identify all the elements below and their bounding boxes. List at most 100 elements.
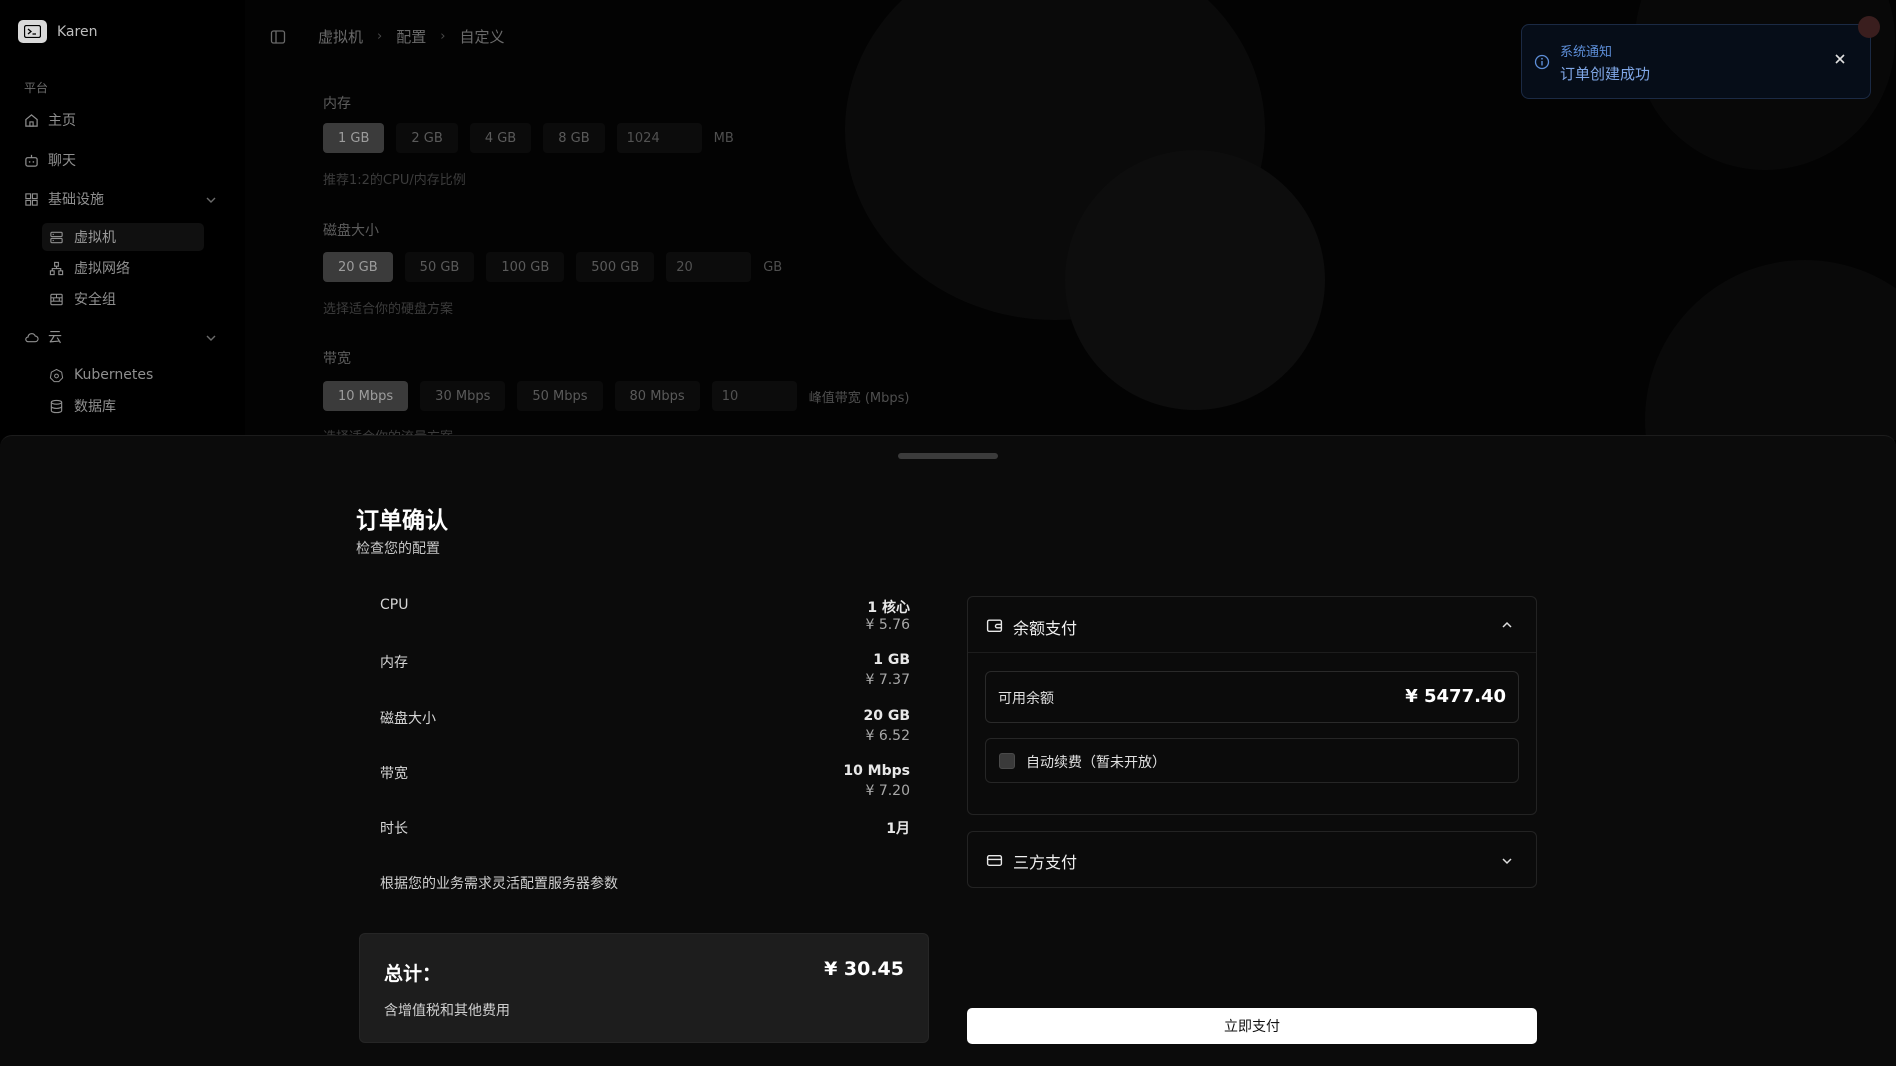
disk-custom-input[interactable]: 20 bbox=[666, 252, 752, 282]
bandwidth-option-30[interactable]: 30 Mbps bbox=[420, 381, 506, 411]
info-icon bbox=[1534, 54, 1550, 70]
order-item-label: 带宽 bbox=[380, 766, 408, 782]
auto-renew-label: 自动续费（暂未开放） bbox=[1026, 755, 1166, 771]
total-label: 总计： bbox=[384, 963, 442, 985]
balance-payment-label: 余额支付 bbox=[1013, 619, 1078, 638]
disk-option-100gb[interactable]: 100 GB bbox=[486, 252, 565, 282]
order-item-bandwidth: 带宽 10 Mbps ¥ 7.20 bbox=[380, 763, 910, 807]
database-icon bbox=[50, 399, 63, 413]
drawer-subtitle: 检查您的配置 bbox=[356, 541, 440, 557]
sidebar-toggle-icon[interactable] bbox=[270, 29, 286, 45]
memory-option-4gb[interactable]: 4 GB bbox=[469, 123, 532, 153]
chat-bot-icon bbox=[25, 154, 38, 167]
server-icon bbox=[50, 231, 63, 243]
order-item-price: ¥ 7.37 bbox=[865, 672, 910, 688]
grid-icon bbox=[25, 192, 38, 206]
section-label-platform: 平台 bbox=[24, 81, 49, 95]
order-item-label: CPU bbox=[380, 597, 409, 613]
disk-option-20gb[interactable]: 20 GB bbox=[323, 252, 393, 282]
disk-hint: 选择适合你的硬盘方案 bbox=[323, 302, 454, 317]
order-item-cpu: CPU 1 核心 ¥ 5.76 bbox=[380, 597, 910, 641]
chevron-down-icon[interactable] bbox=[1500, 854, 1514, 868]
sidebar-item-kubernetes[interactable]: Kubernetes bbox=[42, 361, 204, 389]
sidebar-item-vm[interactable]: 虚拟机 bbox=[42, 223, 204, 251]
sidebar-group-cloud[interactable]: 云 bbox=[24, 324, 224, 350]
breadcrumb-item-vm[interactable]: 虚拟机 bbox=[318, 26, 363, 47]
memory-option-2gb[interactable]: 2 GB bbox=[396, 123, 458, 153]
disk-label: 磁盘大小 bbox=[323, 223, 379, 239]
sidebar: Karen 平台 主页 聊天 基础设施 虚拟机 虚拟网络 安全组 云 Kuber… bbox=[0, 0, 245, 440]
bandwidth-option-50[interactable]: 50 Mbps bbox=[517, 381, 603, 411]
bandwidth-custom-input[interactable]: 10 bbox=[711, 381, 797, 411]
chevron-up-icon[interactable] bbox=[1500, 618, 1514, 632]
breadcrumb-item-config[interactable]: 配置 bbox=[396, 26, 426, 47]
wallet-icon bbox=[986, 619, 1003, 633]
order-item-price: ¥ 7.20 bbox=[865, 783, 910, 799]
disk-option-50gb[interactable]: 50 GB bbox=[404, 252, 475, 282]
total-value: ¥ 30.45 bbox=[824, 958, 904, 980]
notification-toast: 系统通知 订单创建成功 bbox=[1521, 24, 1871, 99]
disk-options: 20 GB 50 GB 100 GB 500 GB 20 GB bbox=[323, 252, 782, 282]
brand[interactable]: Karen bbox=[18, 20, 97, 43]
available-balance-label: 可用余额 bbox=[998, 691, 1054, 707]
order-item-memory: 内存 1 GB ¥ 7.37 bbox=[380, 652, 910, 696]
total-card: 总计： ¥ 30.45 含增值税和其他费用 bbox=[359, 933, 929, 1043]
order-item-price: ¥ 5.76 bbox=[865, 617, 910, 633]
home-icon bbox=[25, 113, 38, 127]
third-party-payment-panel[interactable]: 三方支付 bbox=[967, 831, 1537, 888]
balance-payment-header[interactable]: 余额支付 bbox=[968, 597, 1536, 653]
sidebar-item-label: Kubernetes bbox=[74, 367, 154, 383]
available-balance-row: 可用余额 ¥ 5477.40 bbox=[985, 671, 1519, 723]
bandwidth-unit: 峰值带宽 (Mbps) bbox=[808, 390, 910, 406]
sidebar-group-label: 基础设施 bbox=[48, 192, 104, 208]
close-icon[interactable] bbox=[1832, 51, 1848, 67]
memory-option-8gb[interactable]: 8 GB bbox=[543, 123, 605, 153]
drawer-title: 订单确认 bbox=[356, 508, 448, 534]
bandwidth-options: 10 Mbps 30 Mbps 50 Mbps 80 Mbps 10 峰值带宽 … bbox=[323, 381, 909, 411]
order-description: 根据您的业务需求灵活配置服务器参数 bbox=[380, 876, 618, 892]
sidebar-item-home[interactable]: 主页 bbox=[24, 107, 76, 133]
chevron-down-icon[interactable] bbox=[205, 332, 217, 344]
firewall-icon bbox=[50, 293, 63, 305]
total-note: 含增值税和其他费用 bbox=[384, 1003, 510, 1019]
memory-unit: MB bbox=[713, 130, 734, 146]
order-item-disk: 磁盘大小 20 GB ¥ 6.52 bbox=[380, 708, 910, 752]
avatar[interactable] bbox=[1858, 16, 1880, 38]
notification-title: 系统通知 bbox=[1560, 45, 1613, 60]
memory-option-1gb[interactable]: 1 GB bbox=[323, 123, 385, 153]
pay-now-button[interactable]: 立即支付 bbox=[967, 1008, 1537, 1044]
sidebar-item-vnet[interactable]: 虚拟网络 bbox=[42, 254, 204, 282]
order-item-value: 10 Mbps bbox=[843, 763, 910, 779]
sidebar-item-label: 数据库 bbox=[74, 399, 116, 415]
breadcrumb-item-custom: 自定义 bbox=[459, 28, 505, 46]
notification-message: 订单创建成功 bbox=[1560, 65, 1651, 83]
order-item-label: 时长 bbox=[380, 821, 408, 837]
auto-renew-checkbox[interactable] bbox=[999, 753, 1015, 769]
order-item-value: 1月 bbox=[886, 821, 910, 837]
order-item-value: 20 GB bbox=[863, 708, 910, 724]
sidebar-group-label: 云 bbox=[48, 330, 62, 346]
sidebar-item-database[interactable]: 数据库 bbox=[42, 392, 204, 420]
memory-custom-input[interactable]: 1024 bbox=[616, 123, 702, 153]
disk-option-500gb[interactable]: 500 GB bbox=[576, 252, 655, 282]
auto-renew-row[interactable]: 自动续费（暂未开放） bbox=[985, 738, 1519, 783]
sidebar-item-chat[interactable]: 聊天 bbox=[24, 147, 76, 173]
sidebar-item-label: 虚拟机 bbox=[74, 230, 116, 246]
drawer-handle[interactable] bbox=[898, 453, 998, 459]
cloud-icon bbox=[25, 332, 39, 342]
available-balance-value: ¥ 5477.40 bbox=[1405, 686, 1506, 707]
bandwidth-option-80[interactable]: 80 Mbps bbox=[614, 381, 700, 411]
chevron-right-icon: › bbox=[377, 29, 383, 44]
order-item-value: 1 GB bbox=[873, 652, 910, 668]
sidebar-item-security-group[interactable]: 安全组 bbox=[42, 285, 204, 313]
bandwidth-option-10[interactable]: 10 Mbps bbox=[323, 381, 409, 411]
memory-label: 内存 bbox=[323, 96, 351, 112]
bandwidth-label: 带宽 bbox=[323, 351, 351, 367]
credit-card-icon bbox=[986, 855, 1003, 866]
order-drawer: 订单确认 检查您的配置 CPU 1 核心 ¥ 5.76 内存 1 GB ¥ 7.… bbox=[0, 435, 1896, 1066]
sidebar-group-infrastructure[interactable]: 基础设施 bbox=[24, 186, 224, 212]
chevron-right-icon: › bbox=[440, 29, 446, 44]
order-item-label: 磁盘大小 bbox=[380, 711, 436, 727]
chevron-down-icon[interactable] bbox=[205, 194, 217, 206]
disk-unit: GB bbox=[763, 259, 783, 275]
